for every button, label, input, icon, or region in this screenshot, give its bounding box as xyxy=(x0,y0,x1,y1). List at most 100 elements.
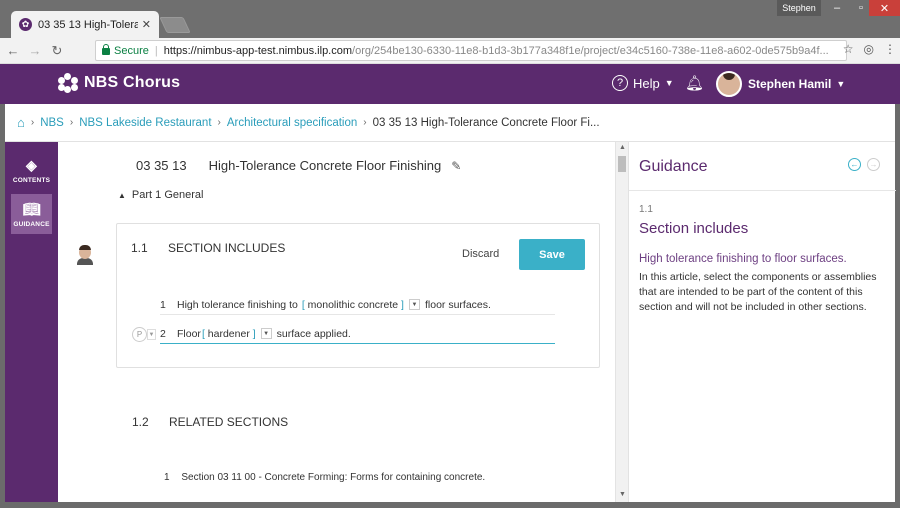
app-header: NBS Chorus ? Help ▼ 🔔︎ Stephen Hamil ▼ xyxy=(0,64,900,104)
home-icon[interactable]: ⌂ xyxy=(17,115,25,130)
nbs-logo[interactable]: NBS Chorus xyxy=(58,73,180,93)
lock-icon xyxy=(102,44,110,55)
document-heading: 03 35 13 High-Tolerance Concrete Floor F… xyxy=(136,158,461,173)
help-label: Help xyxy=(633,75,660,91)
rail-contents-label: CONTENTS xyxy=(12,176,51,184)
window-frame xyxy=(0,502,900,508)
scroll-up-icon[interactable]: ▲ xyxy=(619,144,626,151)
clause-edit-card: 1.1 SECTION INCLUDES Discard Save 1 High… xyxy=(116,223,600,368)
breadcrumb-project[interactable]: NBS Lakeside Restaurant xyxy=(79,117,211,129)
notification-bell-icon[interactable]: 🔔︎ xyxy=(685,74,704,92)
placeholder-field[interactable]: [ hardener ] xyxy=(202,328,256,340)
clause-line[interactable]: 1 Section 03 11 00 - Concrete Forming: F… xyxy=(164,472,485,483)
clause-title: SECTION INCLUDES xyxy=(168,241,286,255)
rail-contents-button[interactable]: ◈ CONTENTS xyxy=(11,150,52,190)
chevron-right-icon: › xyxy=(363,117,367,128)
window-close-button[interactable]: ✕ xyxy=(869,0,900,16)
rail-guidance-button[interactable]: 📖︎ GUIDANCE xyxy=(11,194,52,234)
chevron-down-icon[interactable]: ▼ xyxy=(408,299,420,310)
address-bar[interactable]: Secure | https://nimbus-app-test.nimbus.… xyxy=(95,40,847,61)
triangle-up-icon: ▲ xyxy=(118,190,126,200)
arrow-left-icon[interactable]: ← xyxy=(848,158,861,171)
nbs-favicon-icon: ✿ xyxy=(19,18,32,31)
browser-titlebar: ✿ 03 35 13 High-Tolerance ✕ Stephen ‒ ▫ … xyxy=(0,0,900,38)
star-icon[interactable]: ☆ xyxy=(843,42,854,56)
help-menu[interactable]: ? Help ▼ xyxy=(612,75,674,91)
extension-icon[interactable]: ◎ xyxy=(864,42,874,56)
layers-icon: ◈ xyxy=(26,156,37,173)
clause-heading[interactable]: 1.2 RELATED SECTIONS xyxy=(132,415,288,429)
browser-extensions: ☆ ◎ ⋮ xyxy=(843,42,896,56)
placeholder-field[interactable]: [ monolithic concrete ] xyxy=(302,299,404,311)
user-avatar[interactable] xyxy=(716,71,742,97)
part-toggle[interactable]: ▲ Part 1 General xyxy=(118,189,203,201)
chorus-logo-icon xyxy=(58,73,78,93)
breadcrumb-current: 03 35 13 High-Tolerance Concrete Floor F… xyxy=(372,116,600,129)
browser-toolbar: ← → ↻ Secure | https://nimbus-app-test.n… xyxy=(0,38,900,64)
scroll-down-icon[interactable]: ▼ xyxy=(619,491,626,498)
secure-indicator[interactable]: Secure xyxy=(102,44,149,57)
guidance-section-number: 1.1 xyxy=(639,204,653,215)
chevron-down-icon: ▼ xyxy=(836,79,846,89)
divider xyxy=(629,190,896,191)
line-text: Floor xyxy=(177,327,201,340)
chevron-right-icon: › xyxy=(217,117,221,128)
chevron-down-icon: ▼ xyxy=(664,78,674,88)
forward-arrow-icon[interactable]: → xyxy=(26,43,44,58)
url-host: https://nimbus-app-test.nimbus.ilp.com xyxy=(163,44,353,57)
guidance-nav: ← → xyxy=(848,158,880,171)
line-text: floor surfaces. xyxy=(424,298,491,311)
guidance-title: Guidance xyxy=(639,158,708,175)
arrow-right-icon[interactable]: → xyxy=(867,158,880,171)
chevron-right-icon: › xyxy=(69,117,74,128)
clause-number: 1.2 xyxy=(132,415,149,429)
clause-line-active[interactable]: 2 Floor [ hardener ] ▼ surface applied. xyxy=(160,324,555,344)
editor-avatar xyxy=(76,244,94,265)
guidance-panel: Guidance ← → 1.1 Section includes High t… xyxy=(628,142,896,502)
help-icon: ? xyxy=(612,75,628,91)
menu-dots-icon[interactable]: ⋮ xyxy=(884,42,896,56)
save-button[interactable]: Save xyxy=(519,239,585,270)
left-rail: ◈ CONTENTS 📖︎ GUIDANCE xyxy=(5,142,58,502)
tab-title: 03 35 13 High-Tolerance xyxy=(38,18,138,31)
browser-profile-chip[interactable]: Stephen xyxy=(777,0,821,16)
breadcrumb-specification[interactable]: Architectural specification xyxy=(227,117,357,129)
breadcrumb-nbs[interactable]: NBS xyxy=(40,117,64,129)
logo-text: NBS Chorus xyxy=(84,74,181,91)
chevron-right-icon: › xyxy=(30,117,35,128)
url-divider: | xyxy=(154,44,158,57)
chevron-down-icon[interactable]: ▼ xyxy=(260,328,272,339)
discard-button[interactable]: Discard xyxy=(462,248,499,260)
secure-label: Secure xyxy=(114,44,149,57)
guidance-subtitle: High tolerance finishing to floor surfac… xyxy=(639,253,847,265)
clause-heading: 1.1 SECTION INCLUDES xyxy=(131,241,285,255)
reload-icon[interactable]: ↻ xyxy=(48,43,66,59)
new-tab-button[interactable] xyxy=(159,17,191,33)
tab-close-icon[interactable]: ✕ xyxy=(142,18,151,31)
back-arrow-icon[interactable]: ← xyxy=(4,43,22,58)
breadcrumb: ⌂ › NBS › NBS Lakeside Restaurant › Arch… xyxy=(5,104,895,142)
editor-scrollbar[interactable]: ▲ ▼ xyxy=(615,142,628,502)
line-text: High tolerance finishing to xyxy=(177,298,298,311)
line-number: 1 xyxy=(160,298,166,311)
rail-guidance-label: GUIDANCE xyxy=(13,220,50,228)
line-number: 1 xyxy=(164,472,170,483)
browser-tab[interactable]: ✿ 03 35 13 High-Tolerance ✕ xyxy=(11,11,159,38)
guidance-section-title: Section includes xyxy=(639,220,749,237)
scrollbar-thumb[interactable] xyxy=(618,156,626,172)
pencil-edit-icon[interactable]: ✎ xyxy=(451,159,461,173)
line-number: 2 xyxy=(160,327,166,340)
book-icon: 📖︎ xyxy=(22,200,41,217)
clause-line[interactable]: 1 High tolerance finishing to [ monolith… xyxy=(160,295,555,315)
chevron-down-icon[interactable]: ▼ xyxy=(147,329,156,340)
clause-number: 1.1 xyxy=(131,241,148,255)
user-menu[interactable]: Stephen Hamil ▼ xyxy=(748,77,845,91)
section-title: High-Tolerance Concrete Floor Finishing xyxy=(208,158,442,173)
guidance-body: In this article, select the components o… xyxy=(639,271,877,313)
clause-title: RELATED SECTIONS xyxy=(169,415,289,429)
clause-tag-icon[interactable]: P xyxy=(132,327,147,342)
line-text: Section 03 11 00 - Concrete Forming: For… xyxy=(181,472,486,483)
user-name: Stephen Hamil xyxy=(748,77,832,91)
line-text: surface applied. xyxy=(276,327,351,340)
url-path: /org/254be130-6330-11e8-b1d3-3b177a348f1… xyxy=(352,44,829,57)
